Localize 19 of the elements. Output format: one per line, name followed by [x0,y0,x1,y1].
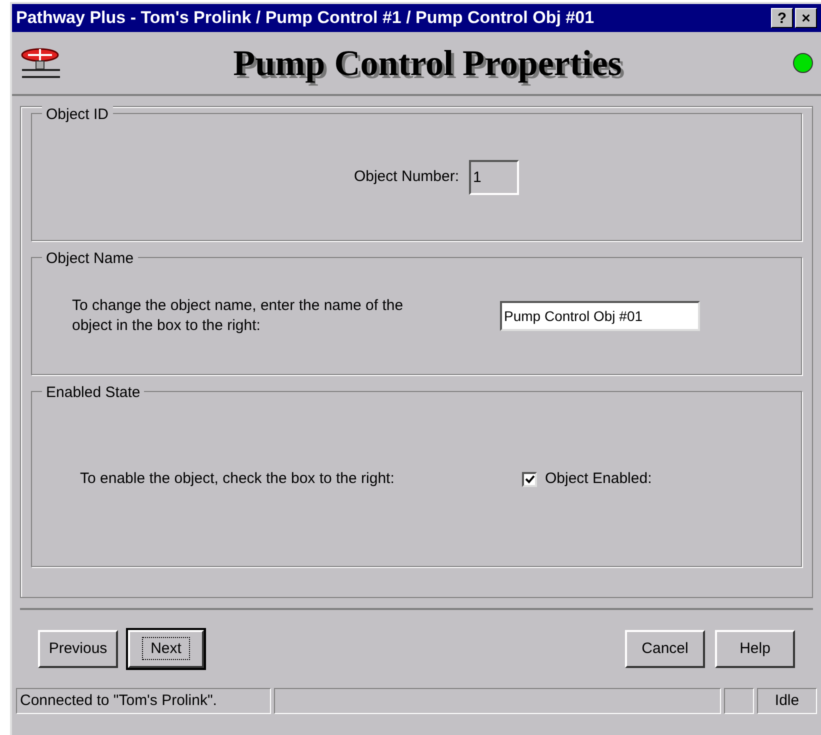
status-panel [724,688,754,714]
next-button[interactable]: Next [128,630,204,668]
valve-icon [20,46,62,80]
status-text: Idle [774,690,800,711]
checkbox-box[interactable] [522,472,537,486]
header-title: Pump Control Properties [233,42,622,85]
cancel-button[interactable]: Cancel [625,630,705,668]
help-button[interactable]: ? [771,8,793,28]
help-button[interactable]: Help [715,630,795,668]
field-label: Object Number: [354,166,460,187]
check-icon [524,474,534,484]
window-title: Pathway Plus - Tom's Prolink / Pump Control #1 / Pump Control Obj #01 [16,7,596,30]
status-text: Connected to "Tom's Prolink". [20,690,217,711]
instruction-text: To change the object name, enter the name of the object in the box to the right: [72,296,404,336]
close-button[interactable]: × [795,8,817,28]
object-name-field[interactable]: Pump Control Obj #01 [500,301,700,331]
instruction-text: To enable the object, check the box to the right: [80,468,396,489]
object-enabled-checkbox[interactable]: Object Enabled: [522,468,652,490]
previous-button[interactable]: Previous [38,630,118,668]
